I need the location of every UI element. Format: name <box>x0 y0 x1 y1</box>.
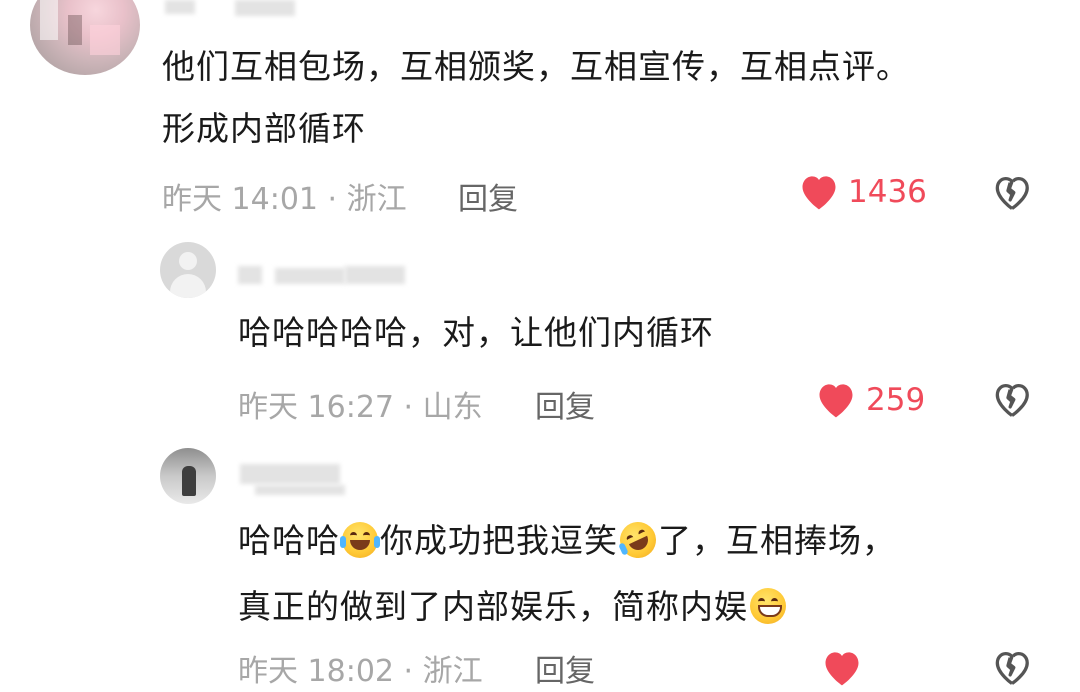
comment-text-line: 真正的做到了内部娱乐，简称内娱 <box>238 578 788 636</box>
blurred-avatar-icon[interactable] <box>30 0 140 75</box>
like-count: 259 <box>866 382 926 418</box>
rofl-emoji-icon <box>614 516 662 564</box>
heart-icon[interactable] <box>814 378 858 420</box>
username-redacted <box>240 464 340 484</box>
username-redacted <box>345 266 405 284</box>
comment-text-line: 形成内部循环 <box>162 109 366 148</box>
heart-icon[interactable] <box>797 170 841 212</box>
comment-text-segment: 哈哈哈 <box>238 521 340 560</box>
username-redacted <box>165 0 195 14</box>
username-redacted <box>238 266 262 284</box>
comment-meta: 昨天 16:27 · 山东 <box>238 390 483 425</box>
broken-heart-icon[interactable] <box>990 646 1034 688</box>
comment-text-segment: 了，互相捧场， <box>658 521 896 560</box>
reply-button[interactable]: 回复 <box>535 646 595 690</box>
username-redacted <box>255 485 345 495</box>
comment-text-line: 哈哈哈哈哈，对，让他们内循环 <box>238 313 714 352</box>
comment-text-line: 哈哈哈 你成功把我逗笑 了，互相捧场， <box>238 512 896 570</box>
broken-heart-icon[interactable] <box>990 378 1034 420</box>
comment-text-line: 他们互相包场，互相颁奖，互相宣传，互相点评。 <box>162 47 910 86</box>
heart-icon[interactable] <box>820 646 864 688</box>
reply-button[interactable]: 回复 <box>458 174 518 218</box>
tears-of-joy-emoji-icon <box>340 522 380 558</box>
reply-button[interactable]: 回复 <box>535 382 595 426</box>
username-redacted <box>235 0 295 16</box>
comment-meta: 昨天 14:01 · 浙江 <box>162 182 407 217</box>
comment-text-segment: 真正的做到了内部娱乐，简称内娱 <box>238 587 748 626</box>
like-count: 1436 <box>848 174 927 210</box>
comment-text-segment: 你成功把我逗笑 <box>380 521 618 560</box>
default-user-avatar-icon[interactable] <box>160 242 216 298</box>
photo-avatar-icon[interactable] <box>160 448 216 504</box>
username-redacted <box>275 268 345 284</box>
broken-heart-icon[interactable] <box>990 171 1034 213</box>
comment-meta: 昨天 18:02 · 浙江 <box>238 654 483 689</box>
grinning-emoji-icon <box>750 588 786 624</box>
